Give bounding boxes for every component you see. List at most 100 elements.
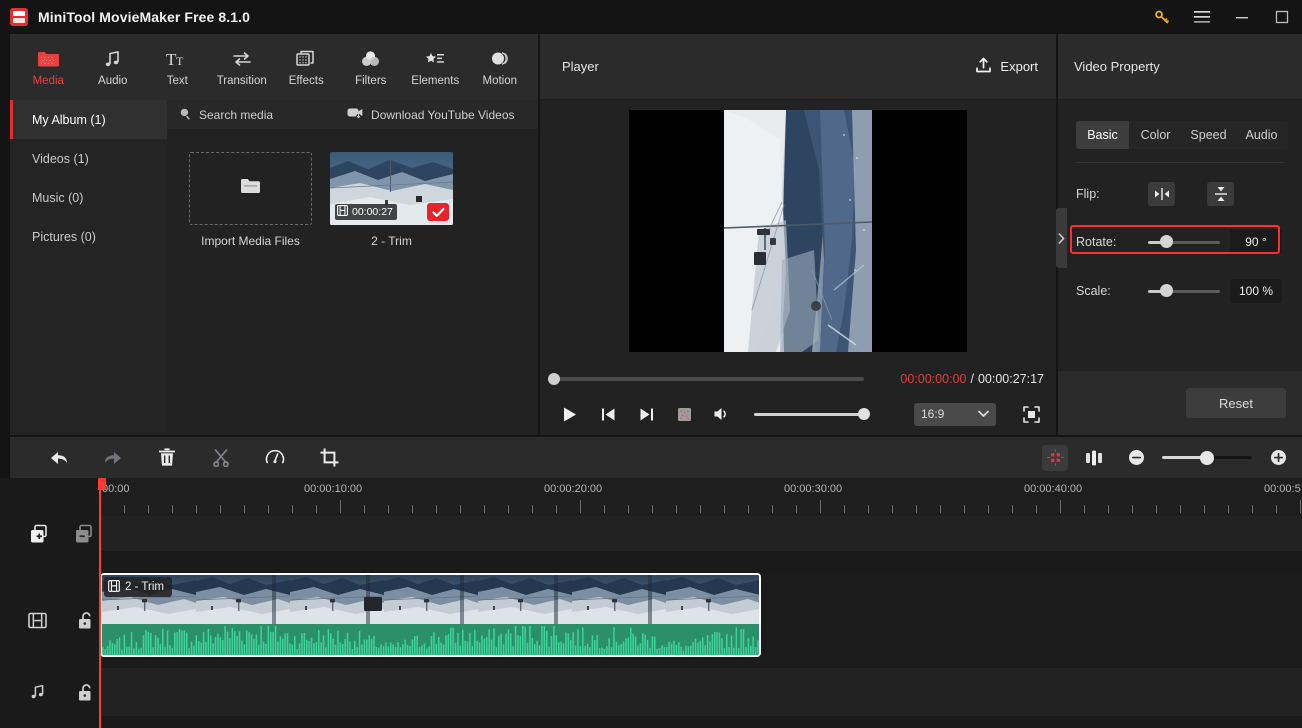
volume-slider[interactable] xyxy=(754,408,870,420)
tab-color[interactable]: Color xyxy=(1129,121,1182,149)
video-track-lock-button[interactable] xyxy=(71,602,101,640)
zoom-out-button[interactable] xyxy=(1120,442,1152,474)
chevron-down-icon xyxy=(978,407,989,421)
rotate-value-field[interactable]: 90 ° xyxy=(1230,230,1282,254)
tab-speed[interactable]: Speed xyxy=(1182,121,1235,149)
playback-buttons: 16:9 xyxy=(552,396,1044,432)
current-time: 00:00:00:00 xyxy=(900,372,967,386)
aspect-ratio-select[interactable]: 16:9 xyxy=(914,402,996,426)
export-button[interactable]: Export xyxy=(975,57,1038,77)
play-icon xyxy=(564,407,576,421)
delete-button[interactable] xyxy=(151,442,183,474)
rotate-slider-handle[interactable] xyxy=(1159,235,1173,248)
remove-track-button[interactable] xyxy=(68,515,101,553)
audio-track-lock-button[interactable] xyxy=(71,673,101,711)
download-youtube-button[interactable]: Download YouTube Videos xyxy=(347,107,515,122)
playhead[interactable] xyxy=(99,478,101,728)
speed-button[interactable] xyxy=(259,442,291,474)
total-time: 00:00:27:17 xyxy=(977,372,1044,386)
playhead-handle[interactable] xyxy=(98,478,106,490)
selected-checkmark[interactable] xyxy=(427,203,449,221)
sidebar-item-videos[interactable]: Videos (1) xyxy=(10,139,167,178)
seek-handle[interactable] xyxy=(548,373,560,385)
tab-media[interactable]: Media xyxy=(16,35,81,99)
chevron-right-icon xyxy=(1058,232,1065,244)
ruler-label: 00:00:30:00 xyxy=(784,483,843,495)
tab-audio-label: Audio xyxy=(1245,128,1278,142)
video-frame[interactable] xyxy=(629,110,967,352)
unlock-icon xyxy=(78,683,91,700)
duration-badge: 00:00:27 xyxy=(335,204,397,220)
video-property-panel: Video Property Basic Color Speed Audio F… xyxy=(1058,34,1302,435)
fit-marker-icon xyxy=(1046,449,1064,466)
timeline-clip[interactable]: 2 - Trim xyxy=(100,573,761,657)
reset-button[interactable]: Reset xyxy=(1186,388,1286,418)
timeline-tool-group-left xyxy=(43,442,345,474)
tab-basic[interactable]: Basic xyxy=(1076,121,1129,149)
tab-basic-label: Basic xyxy=(1087,128,1118,142)
tab-transition[interactable]: Transition xyxy=(210,35,275,99)
property-title: Video Property xyxy=(1074,59,1160,74)
flip-horizontal-button[interactable] xyxy=(1148,182,1175,206)
panel-collapse-toggle[interactable] xyxy=(1056,208,1067,268)
split-button[interactable] xyxy=(205,442,237,474)
video-image xyxy=(724,110,872,352)
maximize-icon[interactable] xyxy=(1262,0,1302,34)
zoom-in-button[interactable] xyxy=(1262,442,1294,474)
scale-value-field[interactable]: 100 % xyxy=(1230,279,1282,303)
ruler-label: 00:00:40:00 xyxy=(1024,483,1083,495)
scale-slider[interactable] xyxy=(1148,284,1220,297)
key-icon[interactable] xyxy=(1142,0,1182,34)
search-input[interactable]: Search media xyxy=(179,107,273,123)
split-view-button[interactable] xyxy=(1078,442,1110,474)
tab-transition-label: Transition xyxy=(216,74,267,87)
zoom-slider[interactable] xyxy=(1162,450,1252,465)
undo-button[interactable] xyxy=(43,442,75,474)
folder-open-icon xyxy=(238,175,264,202)
tab-audio[interactable]: Audio xyxy=(81,35,146,99)
play-button[interactable] xyxy=(558,402,582,426)
tab-elements[interactable]: Elements xyxy=(403,35,468,99)
fit-timeline-button[interactable] xyxy=(1042,444,1068,471)
sidebar-item-my-album[interactable]: My Album (1) xyxy=(10,100,167,139)
remove-layer-icon xyxy=(75,524,92,542)
tab-effects[interactable]: Effects xyxy=(274,35,339,99)
tab-text[interactable]: TT Text xyxy=(145,35,210,99)
tab-motion-label: Motion xyxy=(482,74,518,87)
minimize-icon[interactable] xyxy=(1222,0,1262,34)
add-track-button[interactable] xyxy=(23,515,56,553)
timeline-ruler[interactable]: 00:00 00:00:10:00 00:00:20:00 00:00:30:0… xyxy=(100,478,1302,516)
hamburger-menu-icon[interactable] xyxy=(1182,0,1222,34)
zoom-slider-handle[interactable] xyxy=(1200,450,1214,465)
scale-slider-handle[interactable] xyxy=(1159,284,1173,297)
snapshot-button[interactable] xyxy=(672,402,696,426)
flip-vertical-button[interactable] xyxy=(1207,182,1234,206)
seek-slider[interactable] xyxy=(548,373,864,385)
crop-button[interactable] xyxy=(313,442,345,474)
fullscreen-button[interactable] xyxy=(1018,401,1044,427)
film-strip-icon xyxy=(28,612,48,629)
media-item: 00:00:27 2 - Trim xyxy=(330,152,453,248)
svg-text:T: T xyxy=(176,54,184,68)
redo-button[interactable] xyxy=(97,442,129,474)
volume-handle[interactable] xyxy=(858,408,870,420)
next-frame-button[interactable] xyxy=(634,402,658,426)
speed-gauge-icon xyxy=(265,449,285,463)
media-thumbnail[interactable]: 00:00:27 xyxy=(330,152,453,225)
audio-track-lane[interactable] xyxy=(100,668,1302,716)
volume-button[interactable] xyxy=(710,402,734,426)
tab-text-label: Text xyxy=(166,74,188,87)
import-media-button[interactable] xyxy=(189,152,312,225)
tab-motion[interactable]: Motion xyxy=(468,35,533,99)
media-topbar: Search media Download YouTube Videos xyxy=(167,100,538,130)
prev-frame-button[interactable] xyxy=(596,402,620,426)
tab-filters[interactable]: Filters xyxy=(339,35,404,99)
rotate-slider[interactable] xyxy=(1148,235,1220,248)
rotate-value: 90 ° xyxy=(1245,235,1267,249)
tab-filters-label: Filters xyxy=(355,74,387,87)
search-placeholder: Search media xyxy=(199,107,274,122)
sidebar-item-music[interactable]: Music (0) xyxy=(10,178,167,217)
tab-audio[interactable]: Audio xyxy=(1235,121,1288,149)
sidebar-item-pictures[interactable]: Pictures (0) xyxy=(10,217,167,256)
upload-icon xyxy=(975,57,992,77)
